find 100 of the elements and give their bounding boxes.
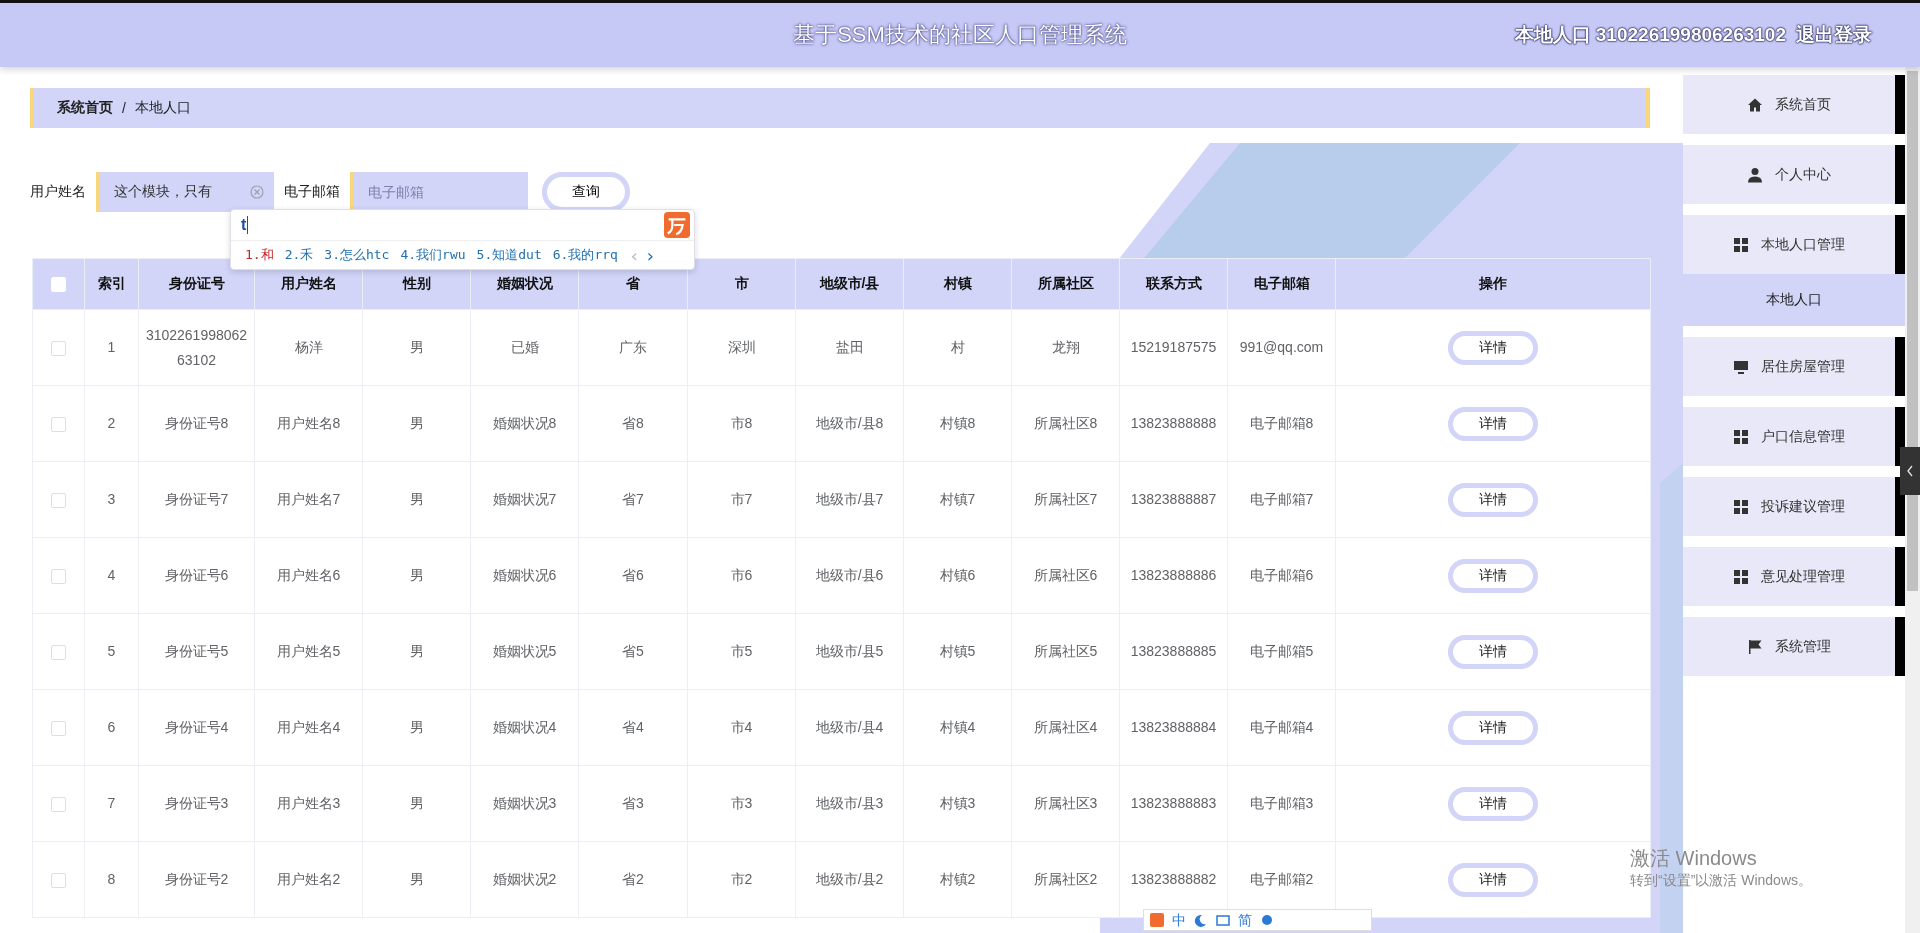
activation-hint: 转到“设置”以激活 Windows。 [1630, 872, 1812, 890]
column-header: 索引 [97, 275, 126, 291]
table-cell: 男 [409, 719, 424, 735]
details-button[interactable]: 详情 [1448, 406, 1538, 441]
table-cell: 市4 [730, 719, 753, 735]
grid-icon [1733, 428, 1749, 445]
table-cell: 所属社区3 [1033, 795, 1098, 811]
sidebar-item[interactable]: 本地人口管理 [1683, 215, 1905, 274]
current-user: 本地人口 310226199806263102 [1514, 23, 1786, 47]
table-cell: 所属社区2 [1033, 871, 1098, 887]
clear-icon[interactable] [250, 185, 264, 199]
table-cell: 已婚 [510, 339, 539, 355]
table-cell: 地级市/县6 [815, 567, 884, 583]
row-checkbox[interactable] [51, 416, 66, 432]
table-cell: 15219187575 [1130, 339, 1217, 355]
table-cell: 用户姓名4 [276, 719, 341, 735]
table-cell: 龙翔 [1051, 339, 1080, 355]
select-all-checkbox[interactable] [51, 277, 66, 293]
app-title: 基于SSM技术的社区人口管理系统 [793, 21, 1127, 49]
ime-candidate[interactable]: 1.和 [245, 246, 274, 264]
ime-candidate[interactable]: 3.怎么htc [324, 246, 390, 264]
table-cell: 婚姻状况2 [492, 871, 557, 887]
table-cell: 省5 [622, 643, 644, 659]
table-cell: 电子邮箱7 [1249, 491, 1314, 507]
table-cell: 男 [409, 567, 424, 583]
table-cell: 2 [107, 415, 116, 431]
sidebar-item[interactable]: 系统首页 [1683, 75, 1905, 134]
monitor-icon [1733, 358, 1749, 375]
row-checkbox[interactable] [51, 644, 66, 660]
details-button[interactable]: 详情 [1448, 482, 1538, 517]
breadcrumb-link[interactable]: 系统首页 [57, 99, 113, 117]
table-cell: 1 [107, 339, 116, 355]
row-checkbox[interactable] [51, 340, 66, 356]
table-cell: 身份证号3 [164, 795, 229, 811]
table-cell: 13823888882 [1130, 871, 1217, 887]
table-cell: 村 [950, 339, 965, 355]
text-field[interactable]: 这个模块，只有 [96, 172, 274, 212]
search-button[interactable]: 查询 [542, 172, 630, 212]
table-cell: 市3 [730, 795, 753, 811]
sidebar-item[interactable]: 户口信息管理 [1683, 407, 1905, 466]
sidebar-item[interactable]: 意见处理管理 [1683, 547, 1905, 606]
table-cell: 市7 [730, 491, 753, 507]
table-cell: 盐田 [835, 339, 864, 355]
ime-composition: t [241, 216, 249, 234]
table-cell: 电子邮箱5 [1249, 643, 1314, 659]
ime-next[interactable]: › [644, 244, 656, 266]
table-cell: 电子邮箱2 [1249, 871, 1314, 887]
table-cell: 4 [107, 567, 116, 583]
row-checkbox[interactable] [51, 492, 66, 508]
table-cell: 13823888888 [1130, 415, 1217, 431]
table-cell: 身份证号8 [164, 415, 229, 431]
details-button[interactable]: 详情 [1448, 330, 1538, 365]
ime-candidate[interactable]: 4.我们rwu [400, 246, 466, 264]
details-button[interactable]: 详情 [1448, 558, 1538, 593]
table-cell: 市2 [730, 871, 753, 887]
field-label: 电子邮箱 [284, 183, 340, 201]
details-button[interactable]: 详情 [1448, 862, 1538, 897]
table-cell: 13823888884 [1130, 719, 1217, 735]
ime-candidate[interactable]: 2.禾 [284, 246, 314, 264]
user-icon [1747, 166, 1763, 183]
table-cell: 所属社区7 [1033, 491, 1098, 507]
breadcrumb-separator: / [122, 100, 126, 116]
keyboard-icon[interactable] [1216, 913, 1230, 927]
input-field[interactable]: 电子邮箱 [366, 183, 518, 201]
column-header: 电子邮箱 [1253, 275, 1310, 291]
column-header: 地级市/县 [819, 275, 880, 291]
details-button[interactable]: 详情 [1448, 710, 1538, 745]
table-cell: 5 [107, 643, 116, 659]
ime-candidate[interactable]: 5.知道dut [476, 246, 542, 264]
moon-icon[interactable] [1194, 913, 1208, 927]
details-button[interactable]: 详情 [1448, 634, 1538, 669]
input-field[interactable]: 这个模块，只有 [112, 183, 250, 201]
ime-candidate[interactable]: 6.我的rrq [552, 246, 618, 264]
table-cell: 13823888883 [1130, 795, 1217, 811]
row-checkbox[interactable] [51, 720, 66, 736]
column-header: 操作 [1479, 275, 1507, 291]
table-cell: 村镇2 [939, 871, 976, 887]
collapse-handle[interactable] [1900, 447, 1920, 495]
row-checkbox[interactable] [51, 568, 66, 584]
scrollbar[interactable] [1905, 67, 1920, 933]
table-cell: 省3 [622, 795, 644, 811]
table-cell: 13823888885 [1130, 643, 1217, 659]
field-label: 用户姓名 [30, 183, 86, 201]
table-cell: 村镇5 [939, 643, 976, 659]
row-checkbox[interactable] [51, 796, 66, 812]
text-field[interactable]: 电子邮箱 [350, 172, 528, 212]
row-checkbox[interactable] [51, 872, 66, 888]
sidebar-item[interactable]: 投诉建议管理 [1683, 477, 1905, 536]
table-cell: 991@qq.com [1239, 339, 1324, 355]
table-cell: 婚姻状况4 [492, 719, 557, 735]
sidebar-item[interactable]: 系统管理 [1683, 617, 1905, 676]
table-cell: 地级市/县2 [815, 871, 884, 887]
ime-mode[interactable]: 中 [1172, 913, 1186, 927]
sidebar-subitem[interactable]: 本地人口 [1683, 274, 1905, 326]
table-cell: 省8 [622, 415, 644, 431]
details-button[interactable]: 详情 [1448, 786, 1538, 821]
ime-charset[interactable]: 简 [1238, 913, 1252, 927]
sidebar-item[interactable]: 居住房屋管理 [1683, 337, 1905, 396]
sidebar-item[interactable]: 个人中心 [1683, 145, 1905, 204]
table-cell: 用户姓名8 [276, 415, 341, 431]
